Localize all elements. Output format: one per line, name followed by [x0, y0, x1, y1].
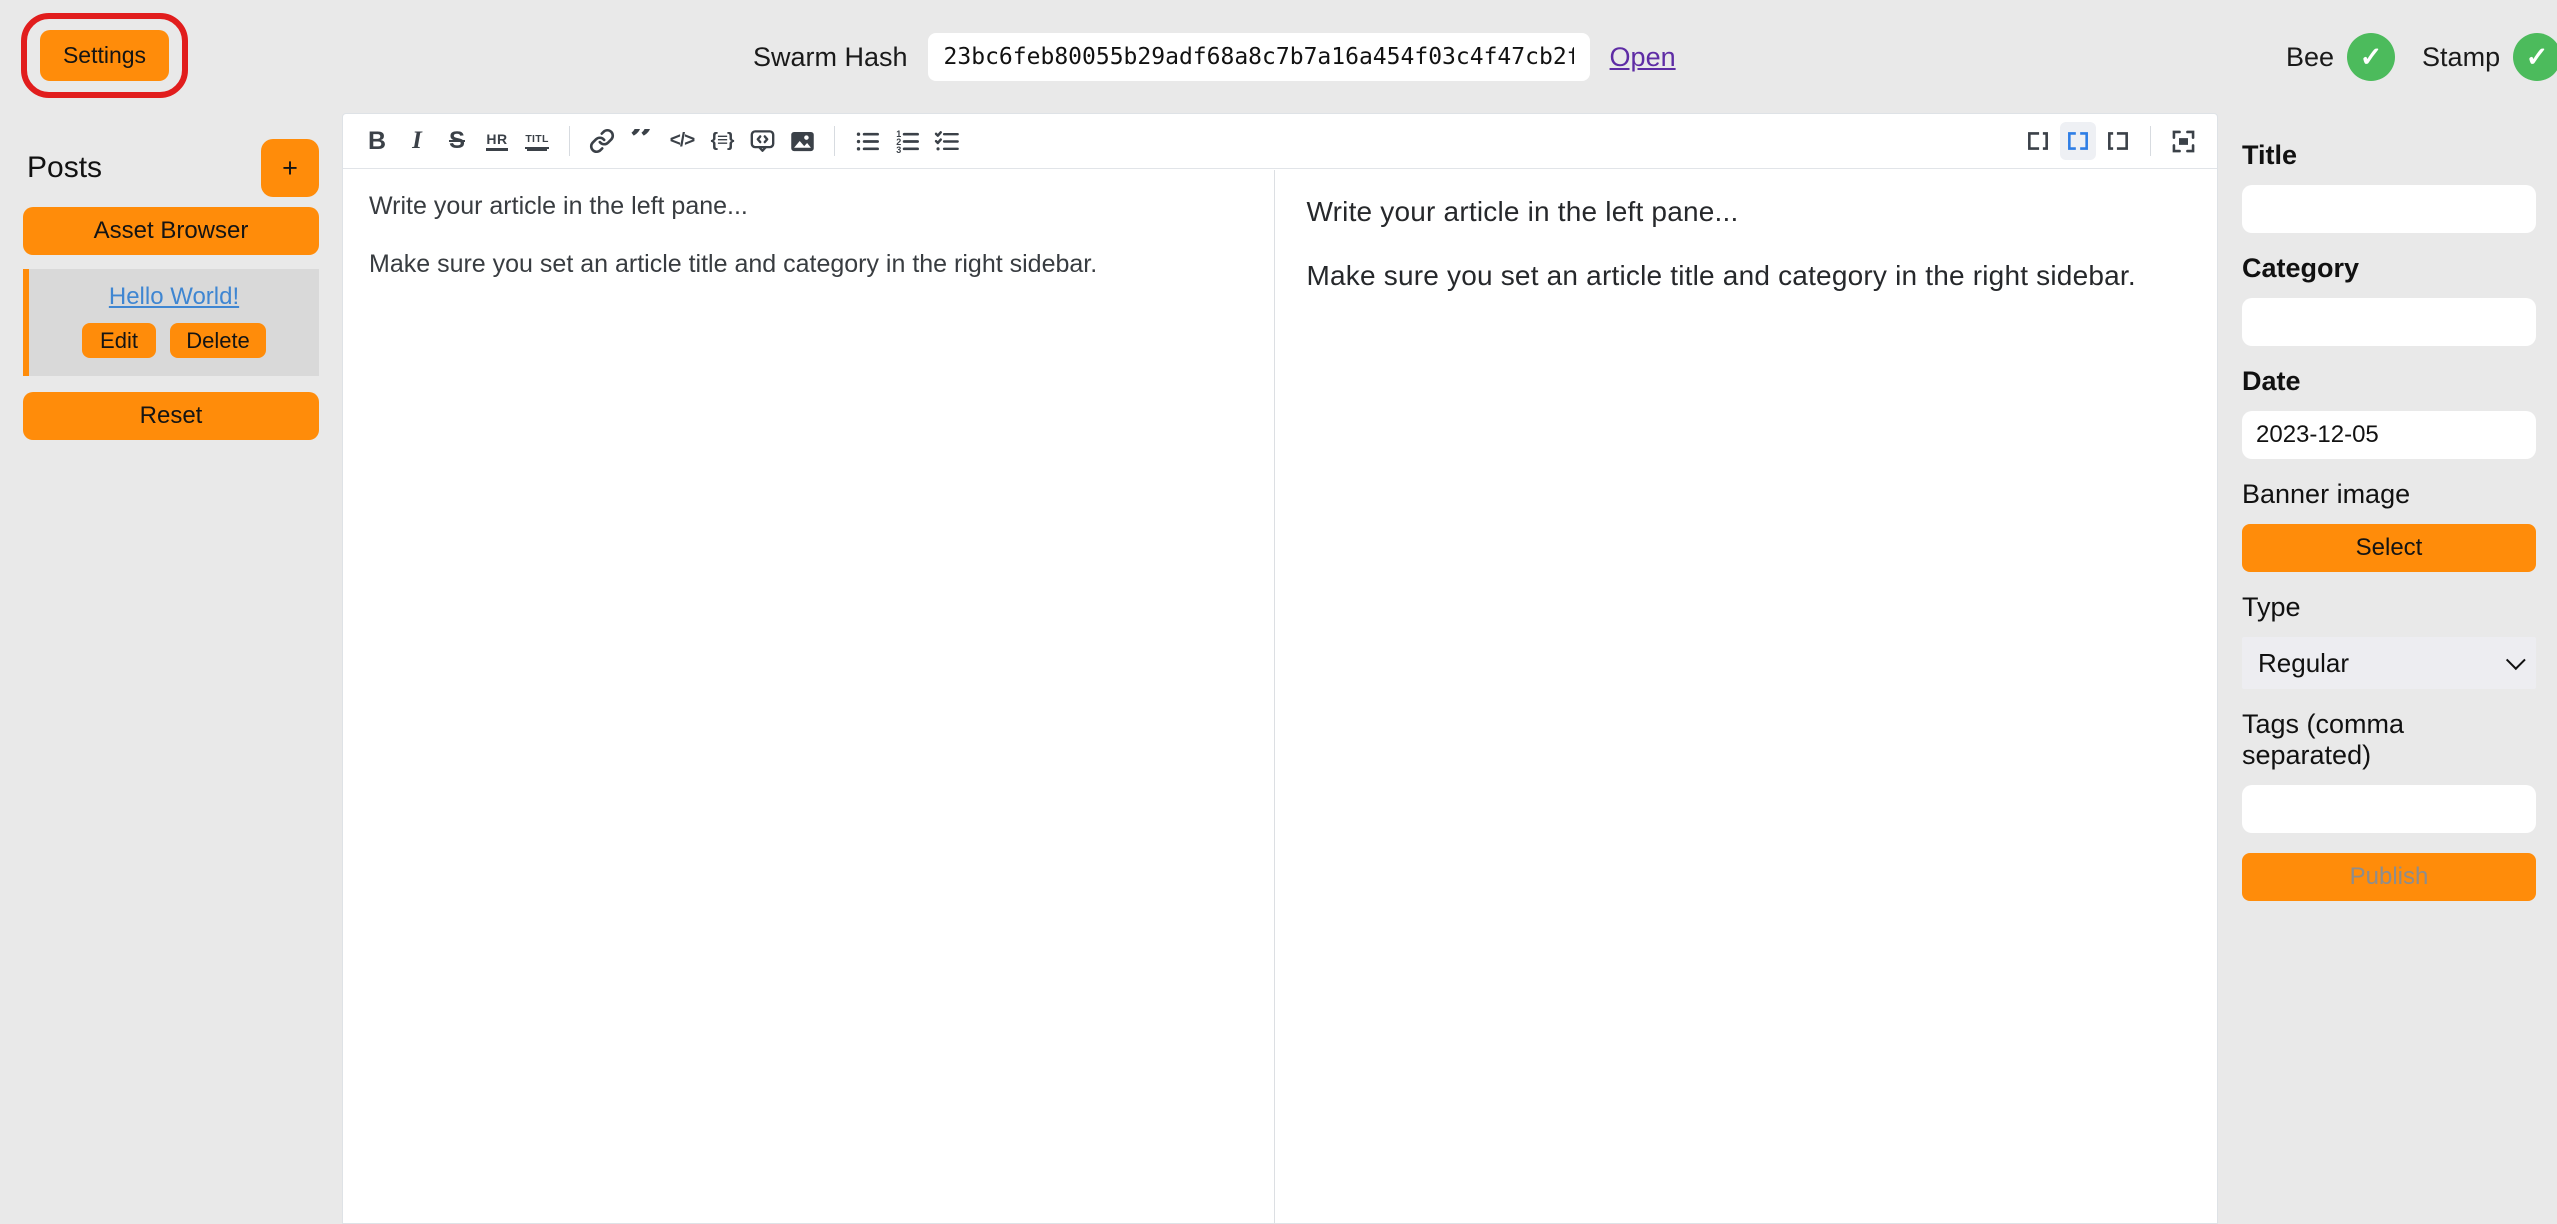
horizontal-rule-icon[interactable]: HR: [486, 131, 507, 151]
markdown-editor: B I S HR TITL ” </> {≡}: [342, 113, 2218, 1224]
strikethrough-icon[interactable]: S: [439, 122, 475, 160]
edit-post-button[interactable]: Edit: [82, 323, 156, 358]
fullscreen-icon[interactable]: [2165, 122, 2201, 160]
date-input[interactable]: [2242, 411, 2536, 459]
italic-icon[interactable]: I: [399, 122, 435, 160]
toolbar-separator: [834, 126, 835, 156]
code-block-icon[interactable]: {≡}: [704, 122, 740, 160]
add-post-button[interactable]: +: [261, 139, 319, 197]
blockquote-icon[interactable]: ”: [624, 129, 660, 153]
banner-select-button[interactable]: Select: [2242, 524, 2536, 572]
category-label: Category: [2242, 253, 2536, 284]
swarm-hash-bar: Swarm Hash Open: [753, 33, 1676, 81]
tags-label: Tags (comma separated): [2242, 709, 2536, 771]
bee-check-icon: ✓: [2347, 33, 2395, 81]
preview-text-line: Make sure you set an article title and c…: [1307, 260, 2186, 292]
link-icon[interactable]: [584, 122, 620, 160]
comment-code-icon[interactable]: [744, 122, 780, 160]
title-label: Title: [2242, 140, 2536, 171]
title-heading-icon[interactable]: TITL: [525, 133, 548, 149]
editor-text-line: Make sure you set an article title and c…: [369, 250, 1248, 279]
post-title-link[interactable]: Hello World!: [109, 283, 239, 310]
editor-text-line: Write your article in the left pane...: [369, 192, 1248, 221]
stamp-status-label: Stamp: [2422, 42, 2500, 73]
editor-only-view-icon[interactable]: [2020, 122, 2056, 160]
split-view-icon[interactable]: [2060, 122, 2096, 160]
editor-toolbar: B I S HR TITL ” </> {≡}: [343, 114, 2217, 169]
category-input[interactable]: [2242, 298, 2536, 346]
swarm-hash-label: Swarm Hash: [753, 42, 908, 73]
chevron-down-icon: [2506, 650, 2526, 670]
delete-post-button[interactable]: Delete: [170, 323, 266, 358]
status-indicators: Bee ✓ Stamp ✓: [2286, 33, 2557, 81]
stamp-check-icon: ✓: [2513, 33, 2557, 81]
banner-image-label: Banner image: [2242, 479, 2536, 510]
bold-icon[interactable]: B: [359, 122, 395, 160]
markdown-preview-pane: Write your article in the left pane... M…: [1275, 170, 2218, 1223]
preview-only-view-icon[interactable]: [2100, 122, 2136, 160]
svg-text:3: 3: [896, 144, 901, 154]
toolbar-separator: [2150, 126, 2151, 156]
toolbar-separator: [569, 126, 570, 156]
bee-status-label: Bee: [2286, 42, 2334, 73]
bullet-list-icon[interactable]: [849, 122, 885, 160]
title-input[interactable]: [2242, 185, 2536, 233]
markdown-source-pane[interactable]: Write your article in the left pane... M…: [343, 170, 1275, 1223]
publish-button[interactable]: Publish: [2242, 853, 2536, 901]
preview-text-line: Write your article in the left pane...: [1307, 196, 2186, 228]
swarm-hash-input[interactable]: [928, 33, 1590, 81]
tags-input[interactable]: [2242, 785, 2536, 833]
posts-sidebar: Posts + Asset Browser Hello World! Edit …: [23, 139, 319, 440]
image-icon[interactable]: [784, 122, 820, 160]
post-list-item: Hello World! Edit Delete: [23, 269, 319, 376]
open-link[interactable]: Open: [1610, 42, 1676, 73]
ordered-list-icon[interactable]: 1 2 3: [889, 122, 925, 160]
task-list-icon[interactable]: [929, 122, 965, 160]
type-selected-value: Regular: [2258, 648, 2349, 679]
type-select[interactable]: Regular: [2242, 637, 2536, 689]
posts-heading: Posts: [23, 151, 102, 185]
inline-code-icon[interactable]: </>: [664, 122, 700, 160]
type-label: Type: [2242, 592, 2536, 623]
article-meta-panel: Title Category Date Banner image Select …: [2242, 140, 2536, 901]
date-label: Date: [2242, 366, 2536, 397]
reset-button[interactable]: Reset: [23, 392, 319, 440]
settings-button[interactable]: Settings: [40, 30, 169, 81]
asset-browser-button[interactable]: Asset Browser: [23, 207, 319, 255]
